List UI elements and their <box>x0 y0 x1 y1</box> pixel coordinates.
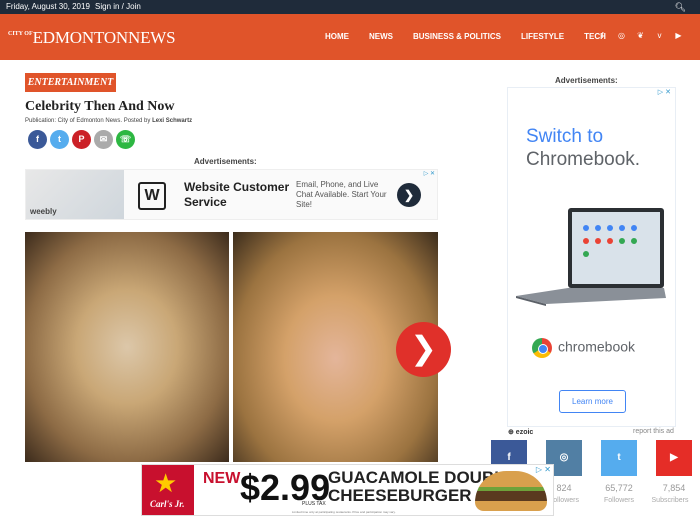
twitter-icon[interactable]: ❦ <box>636 31 645 40</box>
youtube-icon[interactable]: ▶ <box>674 31 683 40</box>
top-bar: Friday, August 30, 2019 Sign in / Join 🔍… <box>0 0 700 14</box>
share-twitter-icon[interactable]: t <box>50 130 69 149</box>
header-social: f ◎ ❦ v ▶ <box>598 31 683 40</box>
ad-headline-line2: Chromebook. <box>526 149 641 170</box>
date-label: Friday, August 30, 2019 <box>6 2 90 11</box>
star-icon: ★ <box>154 469 178 498</box>
sign-in-link[interactable]: Sign in / Join <box>95 0 141 14</box>
nav-news[interactable]: NEWS <box>369 32 393 41</box>
nav-home[interactable]: HOME <box>325 32 349 41</box>
bottom-banner-ad[interactable]: ★ Carl's Jr. NEW $2.99 PLUS TAX GUACAMOL… <box>141 464 554 516</box>
share-pinterest-icon[interactable]: P <box>72 130 91 149</box>
ad-fine-print: Limited time only at participating resta… <box>292 510 396 514</box>
report-ad-link[interactable]: report this ad <box>633 428 674 435</box>
article-title: Celebrity Then And Now <box>25 99 175 114</box>
follow-twitter-icon[interactable]: t <box>601 440 637 476</box>
photo-then <box>25 232 229 462</box>
sidebar-ads-label: Advertisements: <box>555 76 618 85</box>
author-link[interactable]: Lexi Schwartz <box>152 118 192 124</box>
chromebook-brand: chromebook <box>532 338 635 358</box>
youtube-label: Subscribers <box>651 497 689 504</box>
ad-price-note: PLUS TAX <box>302 501 326 507</box>
vimeo-icon[interactable]: v <box>655 31 664 40</box>
burger-image <box>475 471 547 511</box>
learn-more-button[interactable]: Learn more <box>559 390 626 413</box>
byline: Publication: City of Edmonton News. Post… <box>25 118 192 124</box>
adchoices-icon[interactable]: ▷ ✕ <box>658 88 671 96</box>
chromebook-label: chromebook <box>558 338 636 355</box>
weebly-label: weebly <box>30 207 57 216</box>
follow-youtube-icon[interactable]: ▶ <box>656 440 692 476</box>
youtube-count: 7,854 <box>662 483 686 493</box>
ezoic-label[interactable]: ⊕ ezoic <box>508 428 533 436</box>
facebook-icon[interactable]: f <box>598 31 607 40</box>
ad-headline: Switch to Chromebook. <box>526 125 640 171</box>
category-badge[interactable]: ENTERTAINMENT <box>25 73 116 92</box>
next-slide-button[interactable]: ❯ <box>396 322 451 377</box>
twitter-count: 65,772 <box>605 483 633 493</box>
share-email-icon[interactable]: ✉ <box>94 130 113 149</box>
weebly-logo-icon: W <box>138 182 166 210</box>
search-icon[interactable]: 🔍︎ <box>675 0 686 14</box>
nav-business-politics[interactable]: BUSINESS & POLITICS <box>413 32 501 41</box>
share-whatsapp-icon[interactable]: ☏ <box>116 130 135 149</box>
carls-jr-brand: Carl's Jr. <box>150 499 185 509</box>
carls-jr-logo: ★ Carl's Jr. <box>142 465 194 515</box>
ad-headline: Website Customer Service <box>184 180 290 209</box>
ad-new-label: NEW <box>203 470 241 487</box>
logo-name: EDMONTONNEWS <box>32 28 176 47</box>
share-buttons: f t P ✉ ☏ <box>28 130 135 149</box>
ads-label: Advertisements: <box>194 157 257 166</box>
logo-city-of: CITY OF <box>8 31 33 37</box>
site-logo[interactable]: CITY OFEDMONTONNEWS <box>8 28 176 48</box>
share-facebook-icon[interactable]: f <box>28 130 47 149</box>
byline-prefix: Publication: City of Edmonton News. Post… <box>25 118 153 124</box>
ad-arrow-button[interactable]: ❯ <box>397 183 421 207</box>
adchoices-icon[interactable]: ▷ ✕ <box>424 170 435 177</box>
website-ad[interactable]: weebly W Website Customer Service Email,… <box>25 169 438 220</box>
main-nav: HOME NEWS BUSINESS & POLITICS LIFESTYLE … <box>325 32 626 41</box>
nav-lifestyle[interactable]: LIFESTYLE <box>521 32 564 41</box>
site-header: CITY OFEDMONTONNEWS HOME NEWS BUSINESS &… <box>0 14 700 60</box>
ad-headline-line1: Switch to <box>526 126 604 147</box>
instagram-icon[interactable]: ◎ <box>617 31 626 40</box>
laptop-image <box>516 208 666 306</box>
close-ad-icon[interactable]: ▷ ✕ <box>536 465 551 474</box>
chrome-icon <box>532 338 552 358</box>
ad-body: Email, Phone, and Live Chat Available. S… <box>296 180 387 209</box>
chromebook-ad[interactable]: ▷ ✕ Switch to Chromebook. chromebook Lea… <box>507 87 676 427</box>
